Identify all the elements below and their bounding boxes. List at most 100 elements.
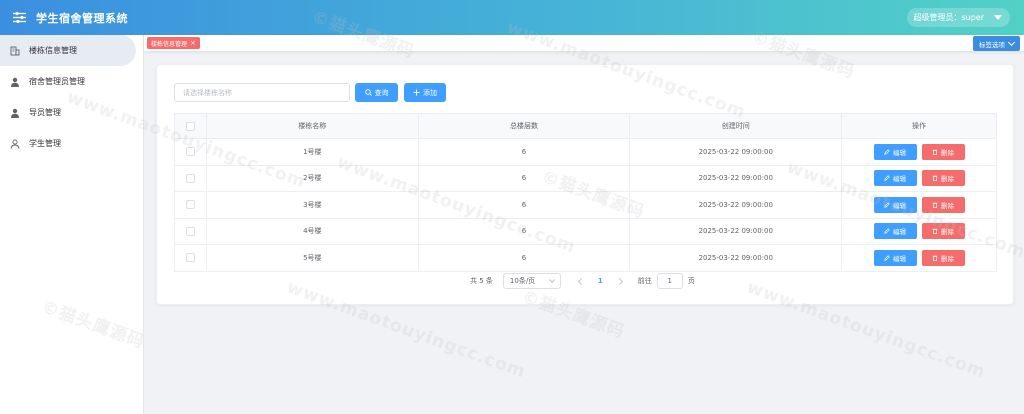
trash-icon <box>932 229 938 235</box>
pagination-total: 共 5 条 <box>470 277 493 285</box>
cell-name: 1号楼 <box>206 138 419 166</box>
chevron-down-icon <box>549 277 555 283</box>
table-header-row: 楼栋名称 总楼层数 创建时间 操作 <box>174 113 997 139</box>
user-icon <box>10 108 20 118</box>
pagination: 共 5 条 10条/页 1 前往 页 <box>470 272 695 290</box>
column-header-floors: 总楼层数 <box>418 113 631 139</box>
delete-label: 删除 <box>941 255 955 263</box>
delete-button[interactable]: 删除 <box>921 223 965 240</box>
page-size-value: 10条/页 <box>509 277 536 285</box>
row-checkbox-cell <box>174 165 207 192</box>
edit-label: 编辑 <box>893 229 907 237</box>
delete-button[interactable]: 删除 <box>921 170 965 187</box>
caret-down-icon <box>994 15 1002 20</box>
search-button[interactable]: 查询 <box>355 83 398 102</box>
delete-button[interactable]: 删除 <box>921 143 965 160</box>
cell-floors: 6 <box>418 138 631 166</box>
edit-button[interactable]: 编辑 <box>873 143 917 160</box>
cell-actions: 编辑 删除 <box>841 165 997 192</box>
tags-bar: 楼栋信息管理 × 标签选项 <box>144 35 1024 52</box>
close-icon[interactable]: × <box>190 39 196 47</box>
edit-icon <box>884 175 890 181</box>
tags-options-button[interactable]: 标签选项 <box>973 36 1020 51</box>
user-icon <box>10 77 20 87</box>
row-checkbox[interactable] <box>185 200 195 210</box>
cell-actions: 编辑 删除 <box>841 191 997 219</box>
next-page-icon[interactable] <box>615 277 623 285</box>
active-tag[interactable]: 楼栋信息管理 × <box>147 37 200 49</box>
row-checkbox-cell <box>174 138 207 166</box>
table-row: 5号楼 6 2025-03-22 09:00:00 编辑 删除 <box>174 244 997 272</box>
add-button[interactable]: 添加 <box>404 83 446 102</box>
edit-button[interactable]: 编辑 <box>873 170 917 187</box>
select-all-cell <box>174 113 207 139</box>
column-header-actions: 操作 <box>841 113 997 139</box>
sidebar-item-counselor[interactable]: 导员管理 <box>0 97 143 128</box>
cell-actions: 编辑 删除 <box>841 244 997 272</box>
user-dropdown[interactable]: 超级管理员：super <box>907 8 1010 27</box>
delete-label: 删除 <box>941 176 955 184</box>
row-checkbox-cell <box>174 191 207 219</box>
page-size-select[interactable]: 10条/页 <box>502 273 561 289</box>
edit-label: 编辑 <box>893 255 907 263</box>
sidebar-item-student[interactable]: 学生管理 <box>0 128 143 159</box>
cell-name: 3号楼 <box>206 191 419 219</box>
trash-icon <box>932 255 938 261</box>
user-outline-icon <box>10 138 20 149</box>
top-header: 学生宿舍管理系统 超级管理员：super <box>0 0 1024 35</box>
edit-icon <box>884 202 890 208</box>
cell-name: 5号楼 <box>206 244 419 272</box>
edit-icon <box>884 228 890 234</box>
add-button-label: 添加 <box>423 89 437 97</box>
edit-button[interactable]: 编辑 <box>873 223 917 240</box>
row-checkbox[interactable] <box>185 147 195 157</box>
search-input[interactable] <box>174 83 350 102</box>
delete-button[interactable]: 删除 <box>921 196 965 213</box>
table-row: 1号楼 6 2025-03-22 09:00:00 编辑 删除 <box>174 138 997 166</box>
trash-icon <box>932 176 938 182</box>
cell-created: 2025-03-22 09:00:00 <box>629 165 843 192</box>
cell-floors: 6 <box>418 191 631 219</box>
select-all-checkbox[interactable] <box>185 121 195 131</box>
row-checkbox[interactable] <box>185 173 195 183</box>
plus-icon <box>413 89 420 96</box>
edit-label: 编辑 <box>893 149 907 157</box>
building-table: 楼栋名称 总楼层数 创建时间 操作 1号楼 6 2025-03-22 09:00… <box>174 113 997 272</box>
row-checkbox-cell <box>174 218 207 245</box>
edit-icon <box>884 255 890 261</box>
sidebar-item-label: 学生管理 <box>29 139 61 148</box>
page-unit-label: 页 <box>687 277 695 285</box>
delete-label: 删除 <box>941 149 955 157</box>
cell-created: 2025-03-22 09:00:00 <box>629 138 843 166</box>
delete-button[interactable]: 删除 <box>921 249 965 266</box>
sidebar-item-label: 宿舍管理员管理 <box>29 77 85 86</box>
page-number-current[interactable]: 1 <box>594 277 607 285</box>
goto-label: 前往 <box>637 277 652 285</box>
sidebar: 楼栋信息管理 宿舍管理员管理 导员管理 学生管理 <box>0 35 144 414</box>
row-checkbox[interactable] <box>185 253 195 263</box>
tags-options-label: 标签选项 <box>979 40 1005 49</box>
menu-toggle-icon[interactable] <box>11 10 27 26</box>
cell-floors: 6 <box>418 218 631 245</box>
goto-page-input[interactable] <box>656 273 683 289</box>
edit-button[interactable]: 编辑 <box>873 249 917 266</box>
delete-label: 删除 <box>941 202 955 210</box>
search-button-label: 查询 <box>374 89 389 97</box>
search-icon <box>364 89 372 96</box>
building-icon <box>10 46 20 56</box>
sidebar-item-building[interactable]: 楼栋信息管理 <box>0 35 136 66</box>
edit-button[interactable]: 编辑 <box>873 196 917 213</box>
sidebar-item-dorm-admin[interactable]: 宿舍管理员管理 <box>0 66 143 97</box>
cell-name: 2号楼 <box>206 165 419 192</box>
row-checkbox[interactable] <box>185 226 195 236</box>
cell-created: 2025-03-22 09:00:00 <box>629 244 843 272</box>
app-title: 学生宿舍管理系统 <box>36 11 128 25</box>
cell-floors: 6 <box>418 244 631 272</box>
cell-actions: 编辑 删除 <box>841 138 997 166</box>
cell-actions: 编辑 删除 <box>841 218 997 245</box>
prev-page-icon[interactable] <box>577 277 585 285</box>
sidebar-item-label: 楼栋信息管理 <box>29 46 77 55</box>
app-root: 学生宿舍管理系统 超级管理员：super 楼栋信息管理 宿舍管理员管理 导员管理 <box>0 0 1024 414</box>
edit-icon <box>884 149 890 155</box>
chevron-down-icon <box>1007 38 1016 46</box>
